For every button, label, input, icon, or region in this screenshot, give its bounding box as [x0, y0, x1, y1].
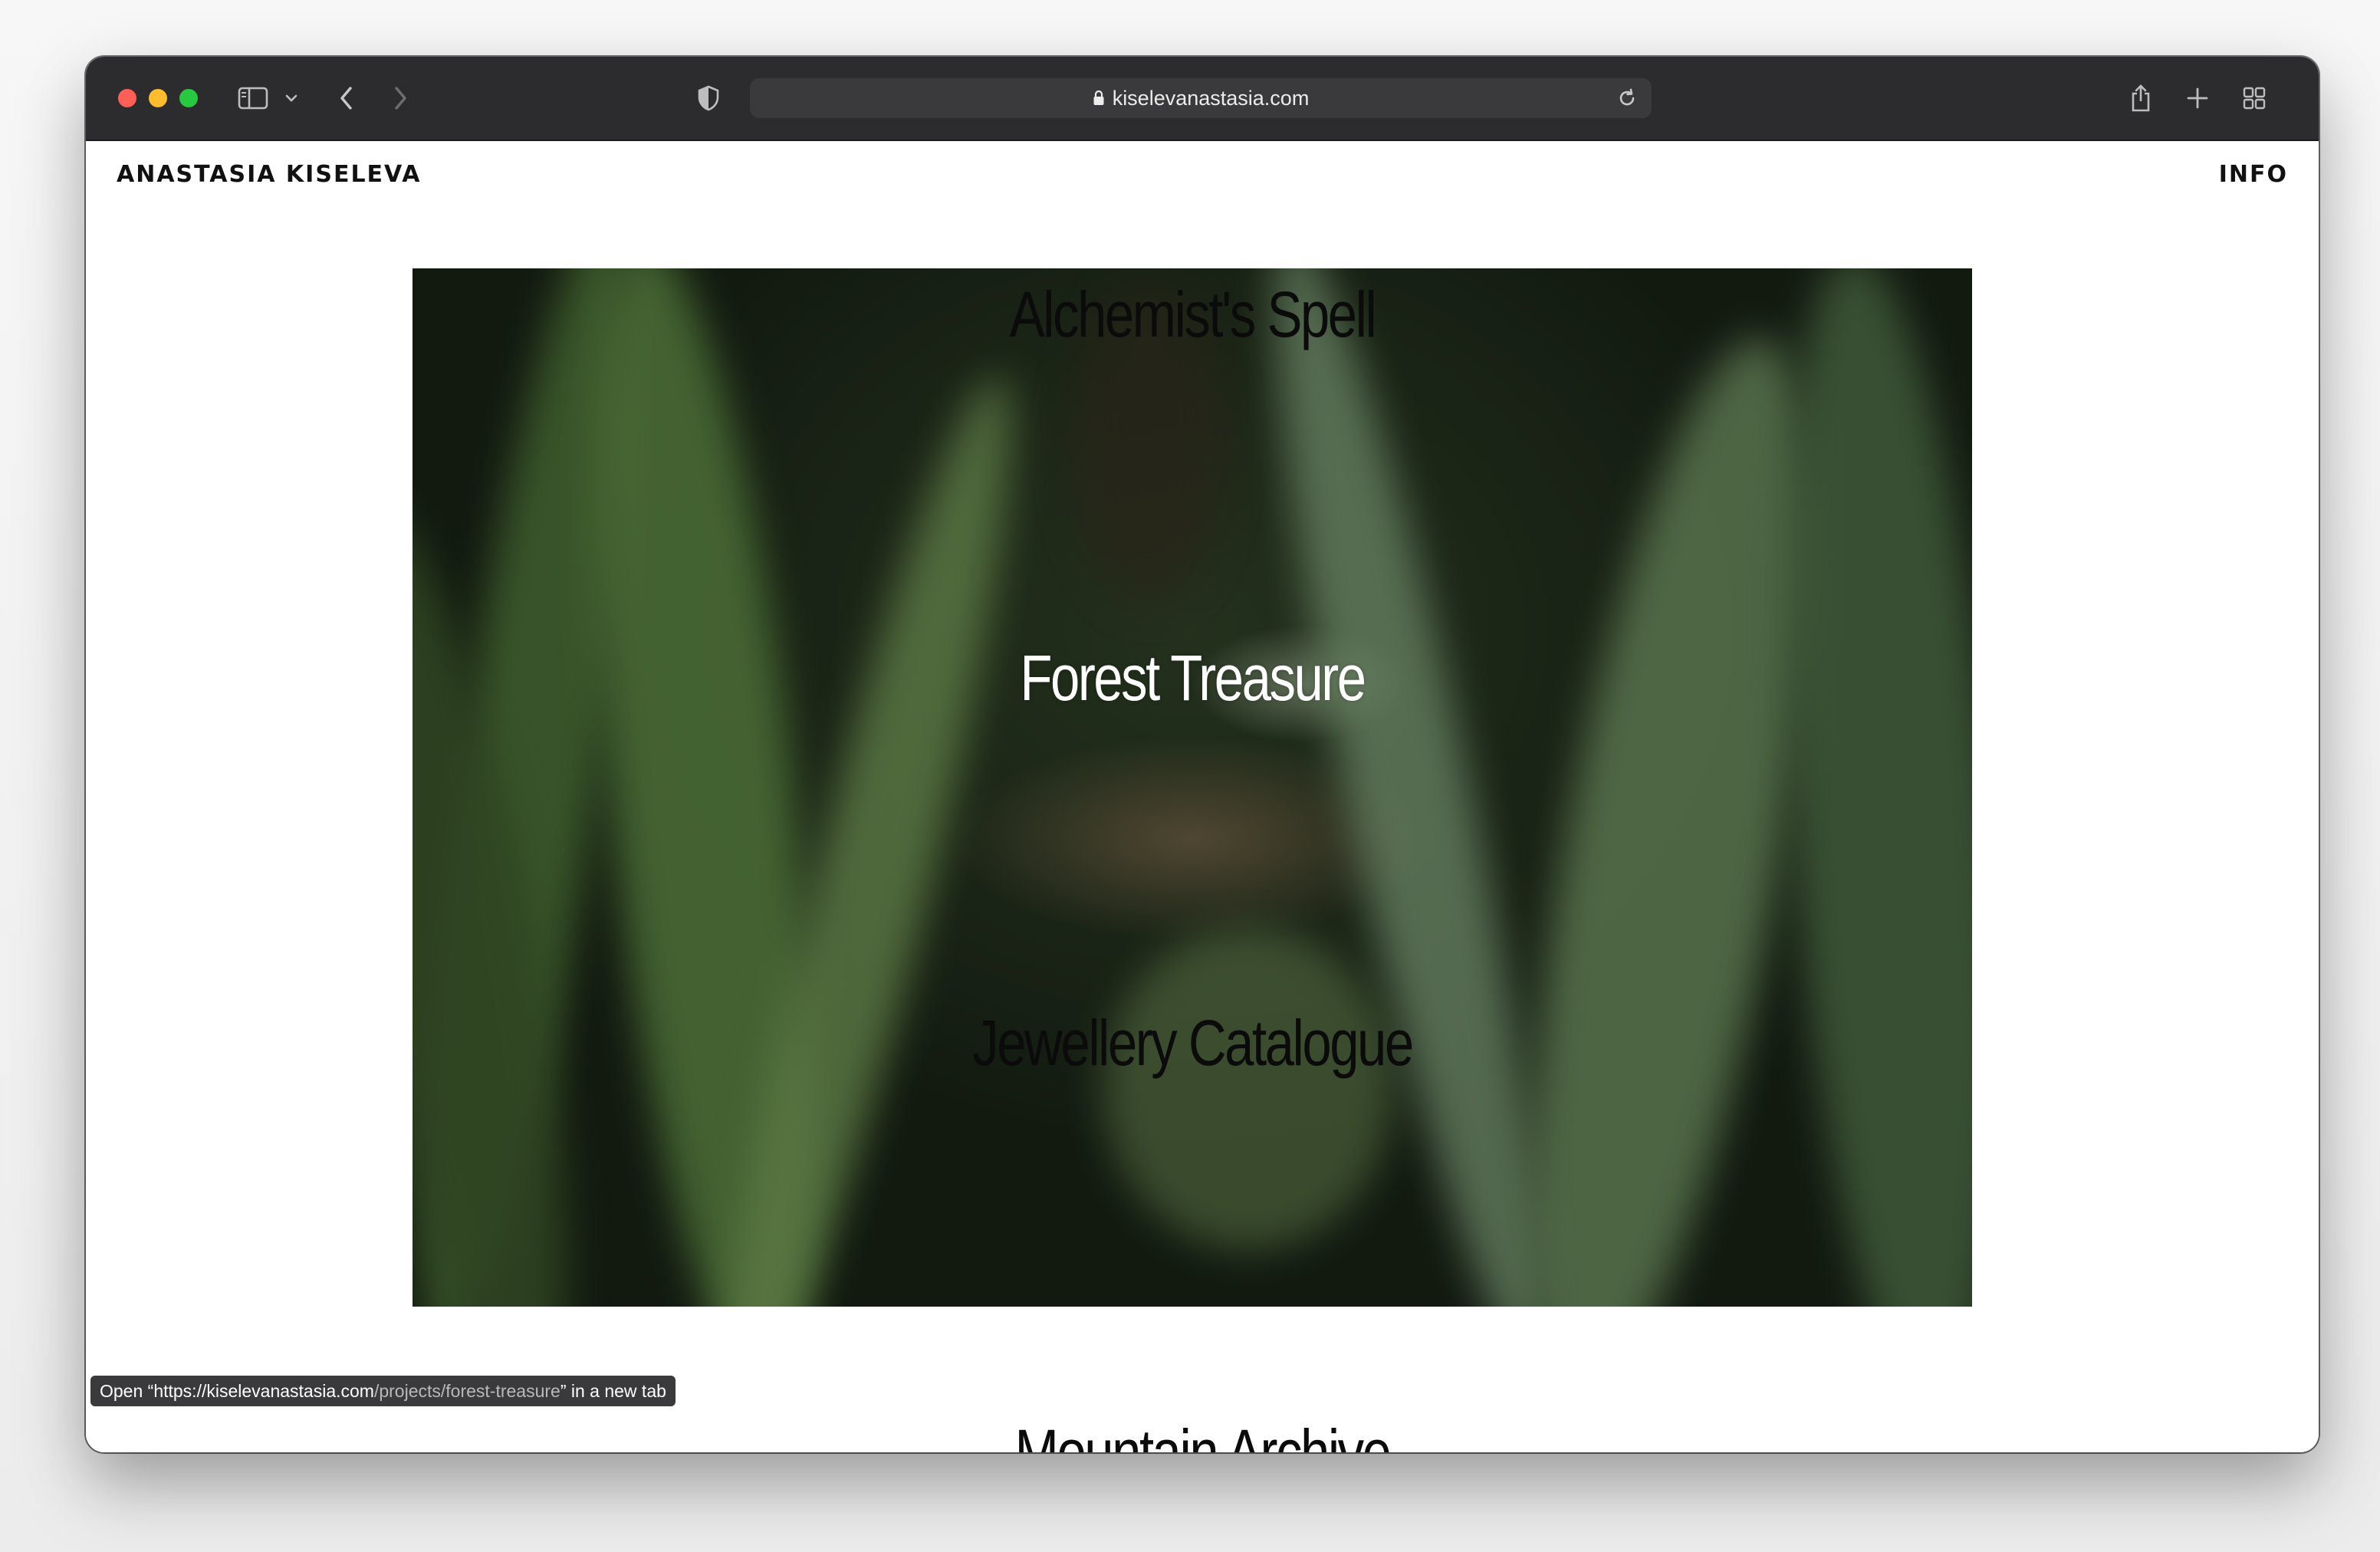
address-bar[interactable]: kiselevanastasia.com	[750, 78, 1652, 118]
privacy-shield-icon[interactable]	[692, 78, 725, 118]
reload-icon[interactable]	[1616, 87, 1638, 109]
sidebar-toggle-icon[interactable]	[236, 78, 270, 118]
url-text: kiselevanastasia.com	[1112, 86, 1310, 110]
minimize-window-button[interactable]	[149, 89, 167, 107]
project-link-jewellery-catalogue[interactable]: Jewellery Catalogue	[553, 1006, 1832, 1080]
page-content: ANASTASIA KISELEVA INFO Alchemist's Spel…	[86, 141, 2319, 1452]
browser-toolbar: kiselevanastasia.com	[86, 57, 2319, 141]
project-link-alchemists-spell[interactable]: Alchemist's Spell	[553, 278, 1832, 352]
status-url-prefix: Open “https://kiselevanastasia.com	[100, 1380, 374, 1401]
browser-window: kiselevanastasia.com ANASTASIA KISELEVA …	[86, 57, 2319, 1452]
zoom-window-button[interactable]	[179, 89, 198, 107]
new-tab-plus-icon[interactable]	[2182, 78, 2213, 118]
forward-arrow-icon[interactable]	[385, 78, 416, 118]
back-arrow-icon[interactable]	[331, 78, 362, 118]
status-url-path: /projects/forest-treasure	[373, 1380, 560, 1401]
tab-overview-icon[interactable]	[2239, 78, 2270, 118]
link-status-bar: Open “https://kiselevanastasia.com/proje…	[90, 1376, 676, 1406]
status-url-suffix: ” in a new tab	[560, 1380, 666, 1401]
project-hero-image[interactable]: Alchemist's Spell Forest Treasure Jewell…	[413, 268, 1972, 1307]
share-icon[interactable]	[2125, 78, 2156, 118]
site-name-link[interactable]: ANASTASIA KISELEVA	[117, 161, 421, 188]
project-link-mountain-archive[interactable]: Mountain Archive	[287, 1416, 2118, 1452]
info-link[interactable]: INFO	[2219, 161, 2288, 188]
lock-icon	[1093, 90, 1105, 107]
foliage-blur-8	[1103, 928, 1394, 1250]
project-link-forest-treasure[interactable]: Forest Treasure	[553, 641, 1832, 715]
close-window-button[interactable]	[118, 89, 136, 107]
chevron-down-icon[interactable]	[281, 78, 302, 118]
